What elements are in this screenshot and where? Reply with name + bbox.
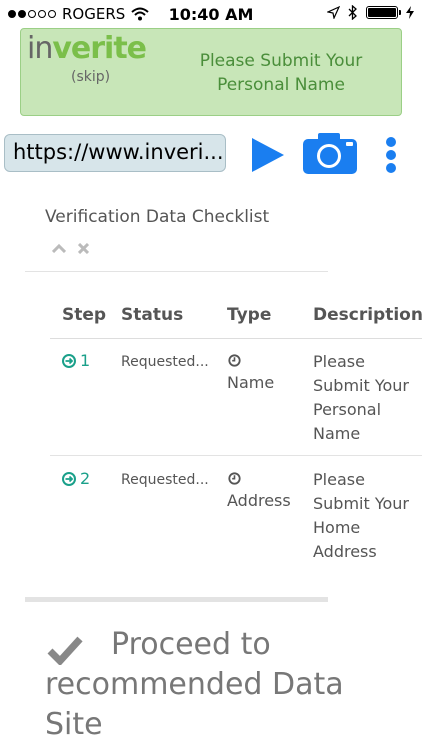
header-divider	[50, 338, 422, 339]
arrow-circle-right-icon	[62, 353, 76, 368]
status-bar: ROGERS 10:40 AM	[0, 0, 422, 30]
camera-icon[interactable]	[303, 132, 357, 174]
charging-icon	[406, 6, 414, 19]
chevron-up-icon[interactable]	[52, 243, 66, 253]
section-divider	[25, 597, 328, 602]
table-row-2-status: Requested...	[121, 472, 209, 488]
table-row-1-description: Please Submit Your Personal Name	[313, 352, 409, 443]
arrow-circle-right-icon	[62, 471, 76, 486]
header-status: Status	[121, 305, 184, 325]
skip-link[interactable]: (skip)	[71, 69, 110, 85]
table-row-1-type: Name	[227, 350, 274, 395]
title-divider	[25, 271, 328, 272]
header-description: Description	[313, 305, 422, 325]
clock-icon	[228, 472, 241, 485]
panel-controls	[52, 243, 89, 254]
banner-message: Please Submit Your Personal Name	[199, 51, 363, 95]
header-type: Type	[227, 305, 272, 325]
row-divider	[50, 455, 422, 456]
url-field[interactable]: https://www.inveri...	[4, 134, 226, 172]
checklist-title: Verification Data Checklist	[45, 207, 270, 227]
table-row-2-description: Please Submit Your Home Address	[313, 470, 409, 561]
table-row-2-type: Address	[227, 468, 291, 513]
inverite-banner: inverite (skip) Please Submit Your Perso…	[20, 28, 402, 116]
inverite-logo: inverite	[27, 31, 147, 66]
bluetooth-icon	[348, 5, 357, 20]
proceed-button[interactable]: Proceed to recommended Data Site	[45, 625, 365, 745]
play-icon[interactable]	[250, 136, 286, 174]
close-icon[interactable]	[78, 243, 89, 254]
table-row-1-status: Requested...	[121, 354, 209, 370]
battery-icon	[366, 6, 401, 19]
table-row-1-step[interactable]: 1	[62, 351, 90, 370]
header-step: Step	[62, 305, 107, 325]
location-icon	[327, 6, 340, 19]
table-row-2-step[interactable]: 2	[62, 469, 90, 488]
status-right	[327, 5, 414, 20]
clock-icon	[228, 354, 241, 367]
more-vertical-icon[interactable]	[384, 135, 398, 175]
